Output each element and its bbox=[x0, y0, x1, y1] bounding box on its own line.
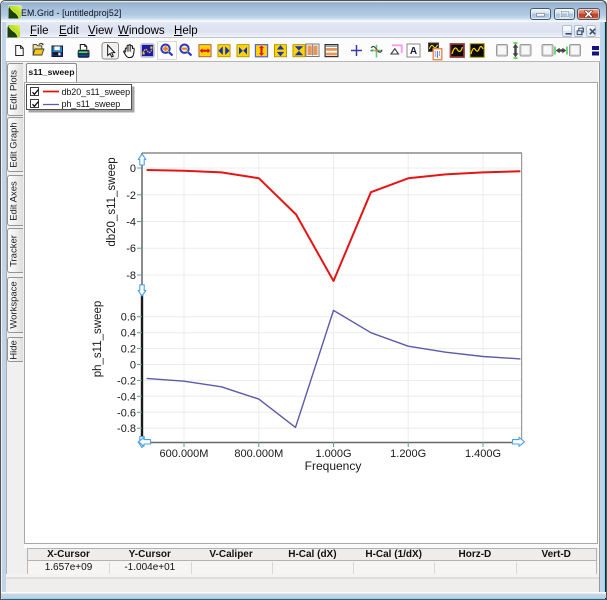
svg-text:ph_s11_sweep: ph_s11_sweep bbox=[92, 301, 104, 378]
svg-text:0.4: 0.4 bbox=[121, 328, 136, 340]
svg-text:-0.8: -0.8 bbox=[117, 423, 136, 435]
svg-text:0: 0 bbox=[130, 360, 136, 372]
svg-text:800.000M: 800.000M bbox=[234, 448, 283, 460]
svg-text:0.2: 0.2 bbox=[121, 344, 136, 356]
svg-text:-8: -8 bbox=[126, 270, 136, 282]
svg-text:-6: -6 bbox=[126, 243, 136, 255]
svg-text:Frequency: Frequency bbox=[305, 459, 362, 473]
svg-text:-0.2: -0.2 bbox=[117, 375, 136, 387]
svg-text:-0.6: -0.6 bbox=[117, 407, 136, 419]
svg-text:0: 0 bbox=[130, 163, 136, 175]
svg-text:0.6: 0.6 bbox=[121, 312, 136, 324]
svg-text:-4: -4 bbox=[126, 217, 136, 229]
svg-text:1.400G: 1.400G bbox=[465, 448, 501, 460]
svg-text:600.000M: 600.000M bbox=[160, 448, 209, 460]
svg-text:-2: -2 bbox=[126, 190, 136, 202]
svg-text:-0.4: -0.4 bbox=[117, 391, 136, 403]
svg-text:1.200G: 1.200G bbox=[390, 448, 426, 460]
svg-text:db20_s11_sweep: db20_s11_sweep bbox=[106, 157, 118, 246]
